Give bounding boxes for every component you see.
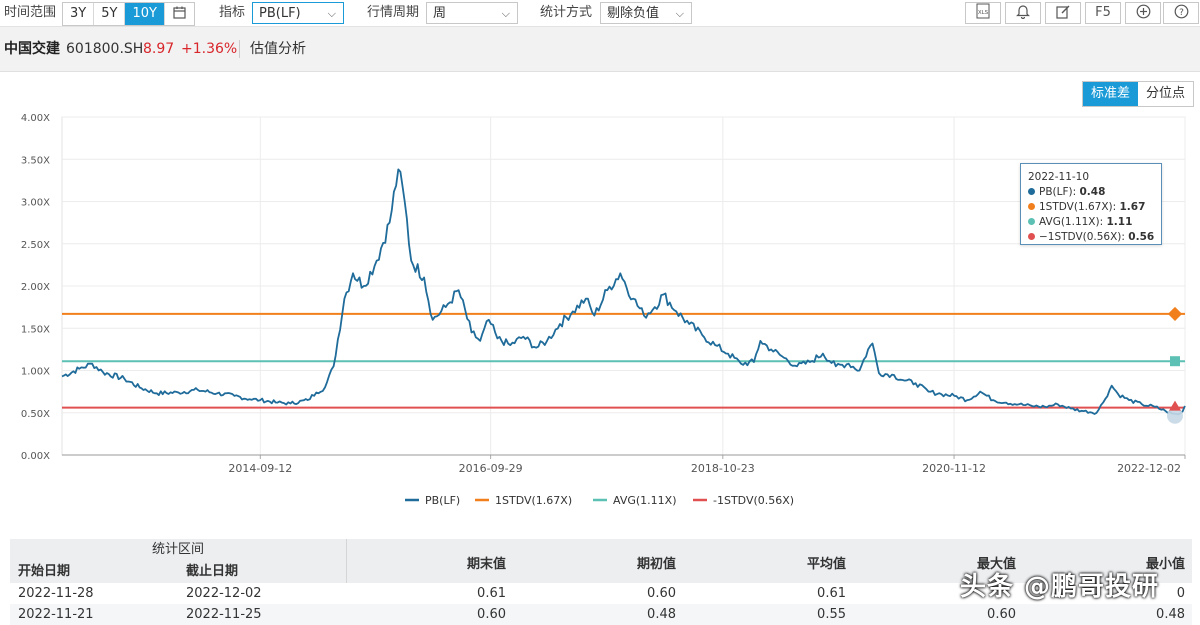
chart-legend: PB(LF) 1STDV(1.67X) AVG(1.11X) -1STDV(0.56X…	[405, 494, 794, 507]
tooltip-date: 2022-11-10	[1028, 171, 1090, 183]
cell-end-value: 0.60	[477, 607, 506, 622]
end-markers	[1167, 306, 1183, 424]
legend-label[interactable]: 1STDV(1.67X)	[495, 494, 572, 507]
header-start-date[interactable]: 开始日期	[18, 561, 70, 583]
y-tick-label: 1.00X	[21, 367, 50, 378]
x-tick-label: 2022-12-02	[1117, 462, 1181, 475]
avg-marker	[1170, 356, 1180, 367]
header-avg-value[interactable]: 平均值	[690, 553, 846, 572]
pb-valuation-chart: 0.00X 0.50X 1.00X 1.50X 2.00X 2.50X 3.00X 3.50X…	[21, 113, 1186, 507]
y-tick-label: 0.00X	[21, 451, 50, 462]
cell-end-date: 2022-12-02	[186, 586, 262, 601]
tooltip-row-stdv-down: −1STDV(0.56X): 0.56	[1028, 230, 1154, 245]
cell-avg-value: 0.61	[817, 586, 846, 601]
x-tick-label: 2014-09-12	[228, 462, 292, 475]
cell-max-value: 0.60	[987, 607, 1016, 622]
chart-tooltip: 2022-11-10 PB(LF): 0.48 1STDV(1.67X): 1.…	[1020, 163, 1162, 245]
x-tick-label: 2018-10-23	[691, 462, 755, 475]
cell-end-date: 2022-11-25	[186, 607, 262, 622]
x-tick-label: 2016-09-29	[459, 462, 523, 475]
stdv-down-marker	[1169, 400, 1181, 411]
cell-start-value: 0.48	[647, 607, 676, 622]
cell-end-value: 0.61	[477, 586, 506, 601]
cell-avg-value: 0.55	[817, 607, 846, 622]
group-header: 统计区间	[151, 542, 204, 557]
y-tick-label: 1.50X	[21, 324, 50, 335]
header-start-value[interactable]: 期初值	[520, 553, 676, 572]
cell-start-value: 0.60	[647, 586, 676, 601]
cell-start-date: 2022-11-28	[18, 586, 94, 601]
legend-label[interactable]: PB(LF)	[425, 494, 460, 507]
series-line-pb	[61, 168, 1186, 416]
cell-min-value: 0.48	[1156, 607, 1185, 622]
legend-label[interactable]: AVG(1.11X)	[613, 494, 676, 507]
stdv-up-marker	[1167, 306, 1183, 321]
y-tick-label: 3.50X	[21, 155, 50, 166]
legend-label[interactable]: -1STDV(0.56X)	[713, 494, 794, 507]
header-end-value[interactable]: 期末值	[350, 553, 506, 572]
y-tick-label: 2.00X	[21, 282, 50, 293]
y-tick-label: 0.50X	[21, 409, 50, 420]
header-end-date[interactable]: 截止日期	[186, 561, 238, 583]
y-tick-label: 4.00X	[21, 113, 50, 124]
y-tick-label: 2.50X	[21, 240, 50, 251]
table-row[interactable]: 2022-11-21 2022-11-25 0.60 0.48 0.55 0.6…	[10, 604, 1192, 625]
cell-start-date: 2022-11-21	[18, 607, 94, 622]
y-axis-ticks: 0.00X 0.50X 1.00X 1.50X 2.00X 2.50X 3.00X 3.50X…	[21, 113, 50, 462]
y-tick-label: 3.00X	[21, 198, 50, 209]
x-axis-ticks: 2014-09-12 2016-09-29 2018-10-23 2020-11-12…	[62, 454, 1186, 475]
tooltip-row-avg: AVG(1.11X): 1.11	[1028, 215, 1154, 230]
watermark: 头条 @鹏哥投研	[960, 572, 1160, 602]
x-tick-label: 2020-11-12	[922, 462, 986, 475]
tooltip-row-stdv-up: 1STDV(1.67X): 1.67	[1028, 200, 1154, 215]
tooltip-row-pb: PB(LF): 0.48	[1028, 185, 1154, 200]
